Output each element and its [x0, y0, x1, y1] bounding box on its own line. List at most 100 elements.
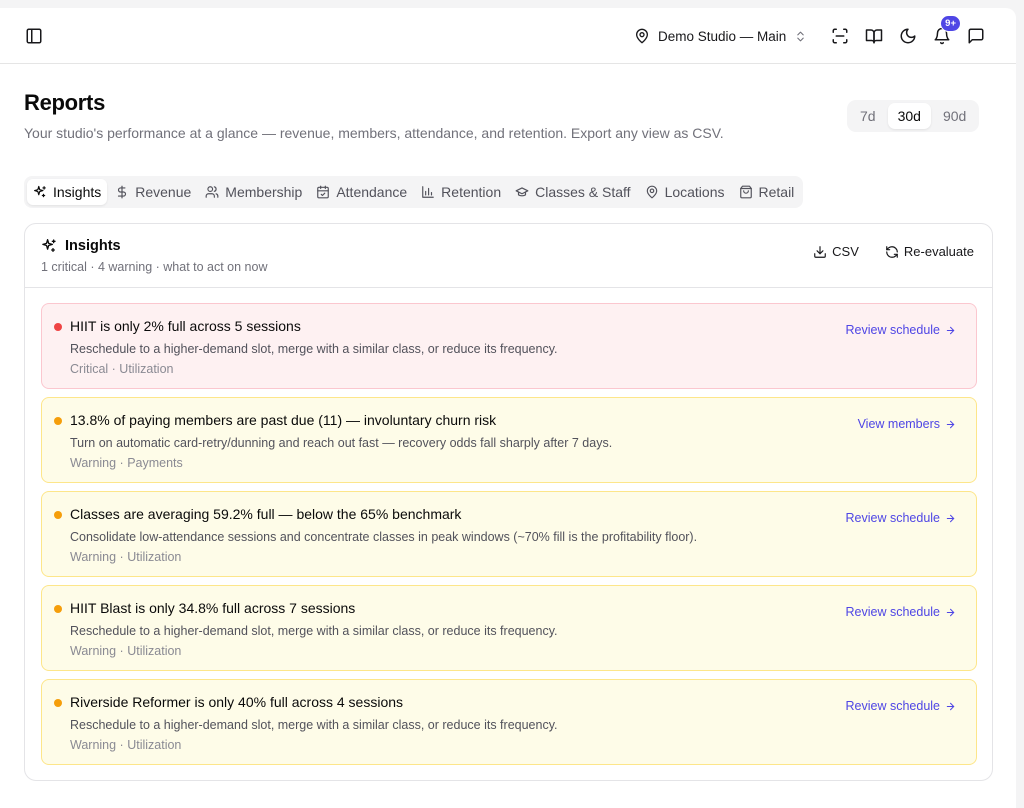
review-schedule-link[interactable]: Review schedule	[846, 323, 957, 337]
tab-membership[interactable]: Membership	[199, 179, 308, 205]
warning-dot	[54, 511, 62, 519]
tab-classes-staff[interactable]: Classes & Staff	[509, 179, 636, 205]
scan-button[interactable]	[824, 20, 856, 52]
sidebar-toggle-button[interactable]	[18, 20, 50, 52]
insights-card-header: Insights 1 critical · 4 warning · what t…	[25, 224, 992, 288]
insight-title: Riverside Reformer is only 40% full acro…	[70, 694, 404, 710]
page-header: Reports Your studio's performance at a g…	[24, 90, 724, 141]
sparkles-icon	[34, 185, 46, 198]
reevaluate-label: Re-evaluate	[903, 244, 974, 259]
messages-button[interactable]	[960, 20, 992, 52]
warning-dot	[54, 417, 62, 425]
reevaluate-button[interactable]: Re-evaluate	[885, 244, 974, 259]
insight-description: Consolidate low-attendance sessions and …	[70, 530, 698, 544]
insight-meta: Warning · Utilization	[70, 644, 182, 658]
app-window: Demo Studio — Main 9+ Reports Your studi…	[0, 8, 1016, 808]
tab-label: Revenue	[135, 184, 192, 200]
tab-label: Retail	[758, 184, 795, 200]
review-schedule-link[interactable]: Review schedule	[846, 699, 957, 713]
arrow-right-icon	[946, 702, 955, 710]
refresh-icon	[886, 245, 898, 258]
moon-icon	[900, 28, 916, 44]
arrow-right-icon	[946, 608, 955, 616]
page-subtitle: Your studio's performance at a glance — …	[24, 125, 724, 141]
warning-dot	[54, 699, 62, 707]
tab-label: Attendance	[336, 184, 408, 200]
insight-item: HIIT Blast is only 34.8% full across 7 s…	[41, 585, 977, 671]
header-actions: 9+	[824, 15, 992, 52]
link-label: Review schedule	[845, 511, 941, 525]
critical-dot	[54, 323, 62, 331]
tab-label: Insights	[53, 184, 102, 200]
view-members-link[interactable]: View members	[858, 417, 956, 431]
map-pin-icon	[646, 185, 657, 199]
sidebar-toggle-icon	[26, 28, 42, 43]
link-label: Review schedule	[845, 605, 941, 619]
insight-meta: Warning · Utilization	[70, 550, 182, 564]
warning-dot	[54, 605, 62, 613]
csv-label: CSV	[832, 244, 859, 259]
insight-title: HIIT is only 2% full across 5 sessions	[70, 318, 301, 334]
insight-title: 13.8% of paying members are past due (11…	[70, 412, 497, 428]
insights-title: Insights	[41, 238, 121, 254]
tab-label: Membership	[225, 184, 303, 200]
insights-summary: 1 critical · 4 warning · what to act on …	[41, 260, 268, 274]
tab-insights[interactable]: Insights	[27, 179, 108, 205]
insights-actions: CSV Re-evaluate	[813, 244, 974, 259]
range-30d[interactable]: 30d	[887, 103, 931, 129]
insights-title-text: Insights	[65, 238, 121, 254]
tab-label: Locations	[664, 184, 725, 200]
scan-icon	[832, 28, 848, 44]
review-schedule-link[interactable]: Review schedule	[846, 511, 957, 525]
message-square-icon	[968, 28, 984, 44]
tab-label: Retention	[441, 184, 502, 200]
studio-picker[interactable]: Demo Studio — Main	[628, 20, 813, 52]
map-pin-icon	[636, 28, 648, 44]
docs-button[interactable]	[858, 20, 890, 52]
tab-locations[interactable]: Locations	[639, 179, 731, 205]
users-icon	[205, 186, 219, 198]
book-open-icon	[865, 29, 883, 44]
review-schedule-link[interactable]: Review schedule	[846, 605, 957, 619]
insights-list: HIIT is only 2% full across 5 sessions R…	[41, 303, 977, 773]
calendar-check-icon	[317, 185, 330, 199]
chevrons-up-down-icon	[797, 31, 805, 41]
insight-meta: Warning · Utilization	[70, 738, 182, 752]
notifications-badge: 9+	[940, 15, 961, 32]
insights-card: Insights 1 critical · 4 warning · what t…	[24, 223, 993, 781]
tab-retail[interactable]: Retail	[733, 179, 801, 205]
range-7d[interactable]: 7d	[850, 103, 886, 129]
notifications-button[interactable]: 9+	[926, 15, 961, 52]
insight-description: Reschedule to a higher-demand slot, merg…	[70, 718, 558, 732]
download-icon	[814, 245, 826, 258]
tab-label: Classes & Staff	[535, 184, 631, 200]
graduation-cap-icon	[515, 187, 529, 197]
date-range-selector: 7d 30d 90d	[847, 100, 980, 132]
top-bar: Demo Studio — Main 9+	[0, 8, 1016, 64]
arrow-right-icon	[946, 326, 955, 334]
sparkles-icon	[42, 239, 56, 252]
theme-toggle-button[interactable]	[892, 20, 924, 52]
insight-meta: Warning · Payments	[70, 456, 183, 470]
insight-title: Classes are averaging 59.2% full — below…	[70, 506, 462, 522]
insight-title: HIIT Blast is only 34.8% full across 7 s…	[70, 600, 356, 616]
insight-item: HIIT is only 2% full across 5 sessions R…	[41, 303, 977, 389]
insight-item: 13.8% of paying members are past due (11…	[41, 397, 977, 483]
insight-item: Classes are averaging 59.2% full — below…	[41, 491, 977, 577]
tab-attendance[interactable]: Attendance	[310, 179, 413, 205]
range-90d[interactable]: 90d	[933, 103, 976, 129]
insight-description: Reschedule to a higher-demand slot, merg…	[70, 624, 558, 638]
bar-chart-icon	[422, 186, 435, 198]
tab-revenue[interactable]: Revenue	[109, 179, 197, 205]
csv-export-button[interactable]: CSV	[813, 244, 859, 259]
dollar-icon	[118, 185, 127, 199]
studio-name: Demo Studio — Main	[658, 28, 787, 44]
insight-description: Turn on automatic card-retry/dunning and…	[70, 436, 613, 450]
link-label: View members	[857, 417, 940, 431]
tab-retention[interactable]: Retention	[415, 179, 507, 205]
link-label: Review schedule	[845, 699, 941, 713]
shopping-bag-icon	[739, 185, 752, 199]
page-title: Reports	[24, 90, 106, 115]
insight-description: Reschedule to a higher-demand slot, merg…	[70, 342, 558, 356]
link-label: Review schedule	[845, 323, 941, 337]
